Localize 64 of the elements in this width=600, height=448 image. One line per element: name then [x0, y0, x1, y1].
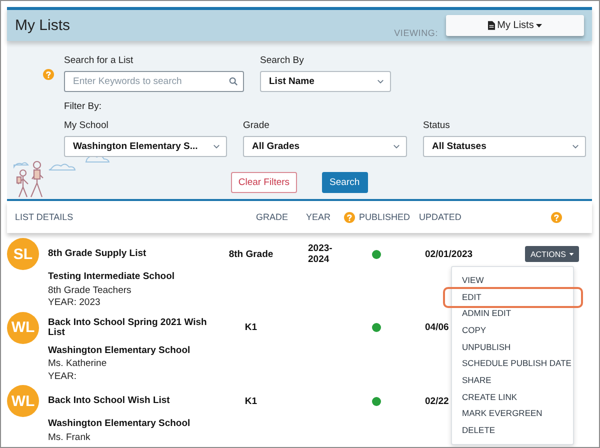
select-dropdown[interactable]: All Grades — [243, 136, 407, 157]
chevron-icon — [572, 144, 579, 149]
year-cell-text: 2023-2024 — [308, 243, 334, 265]
menu-item[interactable]: DELETE — [452, 422, 573, 439]
field-label: My School — [64, 120, 110, 132]
school-name: Washington Elementary School — [48, 418, 190, 430]
help-icon[interactable] — [43, 69, 54, 80]
select-dropdown[interactable]: List Name — [260, 71, 391, 92]
select-dropdown[interactable]: All Statuses — [423, 136, 586, 157]
column-header: LIST DETAILS — [15, 212, 74, 222]
updated-date: 02/22 — [425, 396, 449, 406]
teacher-name: 8th Grade Teachers — [48, 284, 132, 297]
updated-date: 04/06 — [425, 322, 449, 333]
chevron-icon — [377, 79, 384, 84]
list-name: 8th Grade Supply List — [48, 249, 146, 259]
search-icon — [229, 77, 238, 86]
page-title: My Lists — [15, 17, 72, 34]
field-label: Search By — [260, 55, 305, 67]
list-name: Back Into School Spring 2021 Wish List — [48, 318, 208, 338]
column-header: GRADE — [256, 212, 288, 222]
grade-cell: K1 — [244, 396, 258, 406]
year-label: YEAR: — [48, 370, 77, 383]
menu-item[interactable]: VIEW — [452, 272, 573, 289]
school-name: Washington Elementary School — [48, 344, 190, 357]
grade-cell: K1 — [244, 322, 258, 333]
grade-cell: 8th Grade — [228, 248, 274, 260]
list-name: Back Into School Wish List — [48, 396, 170, 406]
column-header: PUBLISHED — [359, 212, 410, 222]
chevron-icon — [393, 144, 400, 149]
clear-filters-button[interactable]: Clear Filters — [231, 172, 297, 193]
teacher-name: Ms. Katherine — [48, 358, 107, 370]
field-label: Grade — [243, 120, 270, 132]
avatar: WL — [7, 312, 39, 344]
school-name: Testing Intermediate School — [48, 271, 175, 284]
column-header: UPDATED — [419, 212, 462, 222]
search-field[interactable]: Enter Keywords to search — [64, 71, 244, 92]
avatar: WL — [7, 385, 39, 417]
menu-item[interactable]: EDIT — [452, 288, 573, 306]
caret-icon — [536, 24, 542, 28]
menu-item[interactable]: MARK EVERGREEN — [452, 405, 573, 422]
avatar: SL — [7, 238, 39, 270]
document-icon — [488, 21, 496, 30]
caret-icon — [569, 252, 574, 256]
menu-item[interactable]: COPY — [452, 322, 573, 339]
help-icon[interactable] — [344, 212, 355, 222]
column-header: YEAR — [306, 212, 331, 222]
menu-item[interactable]: ADMIN EDIT — [452, 305, 573, 322]
field-label: Search for a List — [64, 55, 134, 67]
select-dropdown[interactable]: Washington Elementary S... — [64, 136, 227, 157]
menu-item[interactable]: SCHEDULE PUBLISH DATE — [452, 355, 573, 372]
teacher-name: Ms. Frank — [48, 432, 90, 444]
menu-item[interactable]: SHARE — [452, 372, 573, 389]
menu-item[interactable]: UNPUBLISH — [452, 338, 573, 356]
help-icon[interactable] — [551, 212, 562, 222]
viewing-label: VIEWING: — [394, 28, 438, 38]
year-label: YEAR: 2023 — [48, 297, 100, 310]
updated-date: 02/01/2023 — [425, 248, 473, 260]
menu-item[interactable]: CREATE LINK — [452, 388, 573, 406]
chevron-icon — [213, 144, 220, 149]
filter-by-label: Filter By: — [64, 101, 102, 113]
field-label: Status — [423, 120, 451, 132]
search-button[interactable]: Search — [322, 172, 368, 193]
viewing-dropdown[interactable]: My Lists — [446, 15, 584, 36]
actions-button[interactable]: ACTIONS — [525, 246, 579, 262]
